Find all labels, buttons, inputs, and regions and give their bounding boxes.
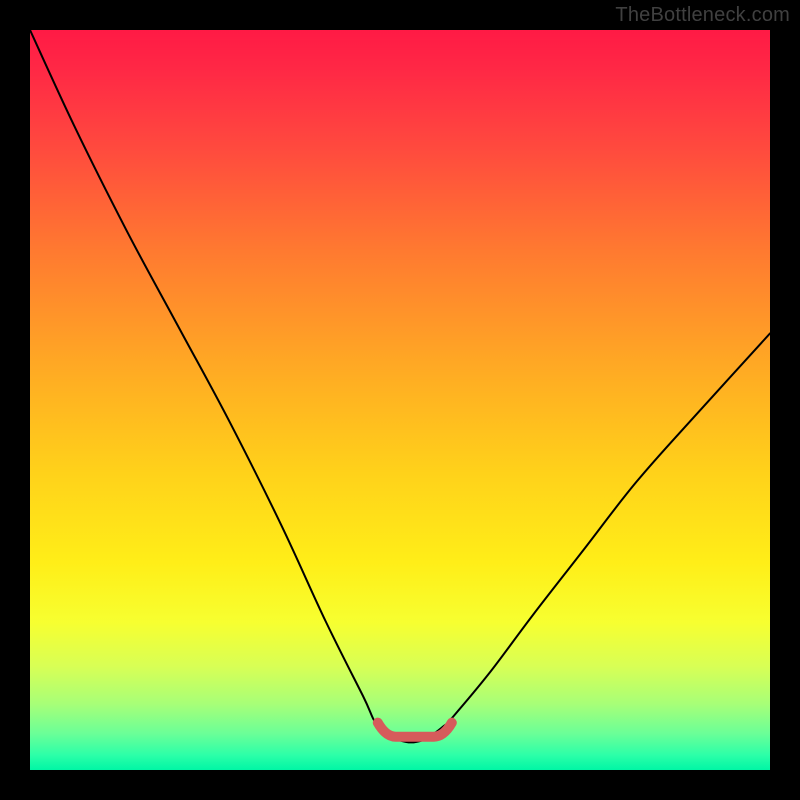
trough-highlight — [378, 723, 452, 737]
bottleneck-curve — [30, 30, 770, 742]
curve-svg — [30, 30, 770, 770]
watermark-text: TheBottleneck.com — [615, 4, 790, 27]
plot-area — [30, 30, 770, 770]
chart-frame: TheBottleneck.com — [0, 0, 800, 800]
